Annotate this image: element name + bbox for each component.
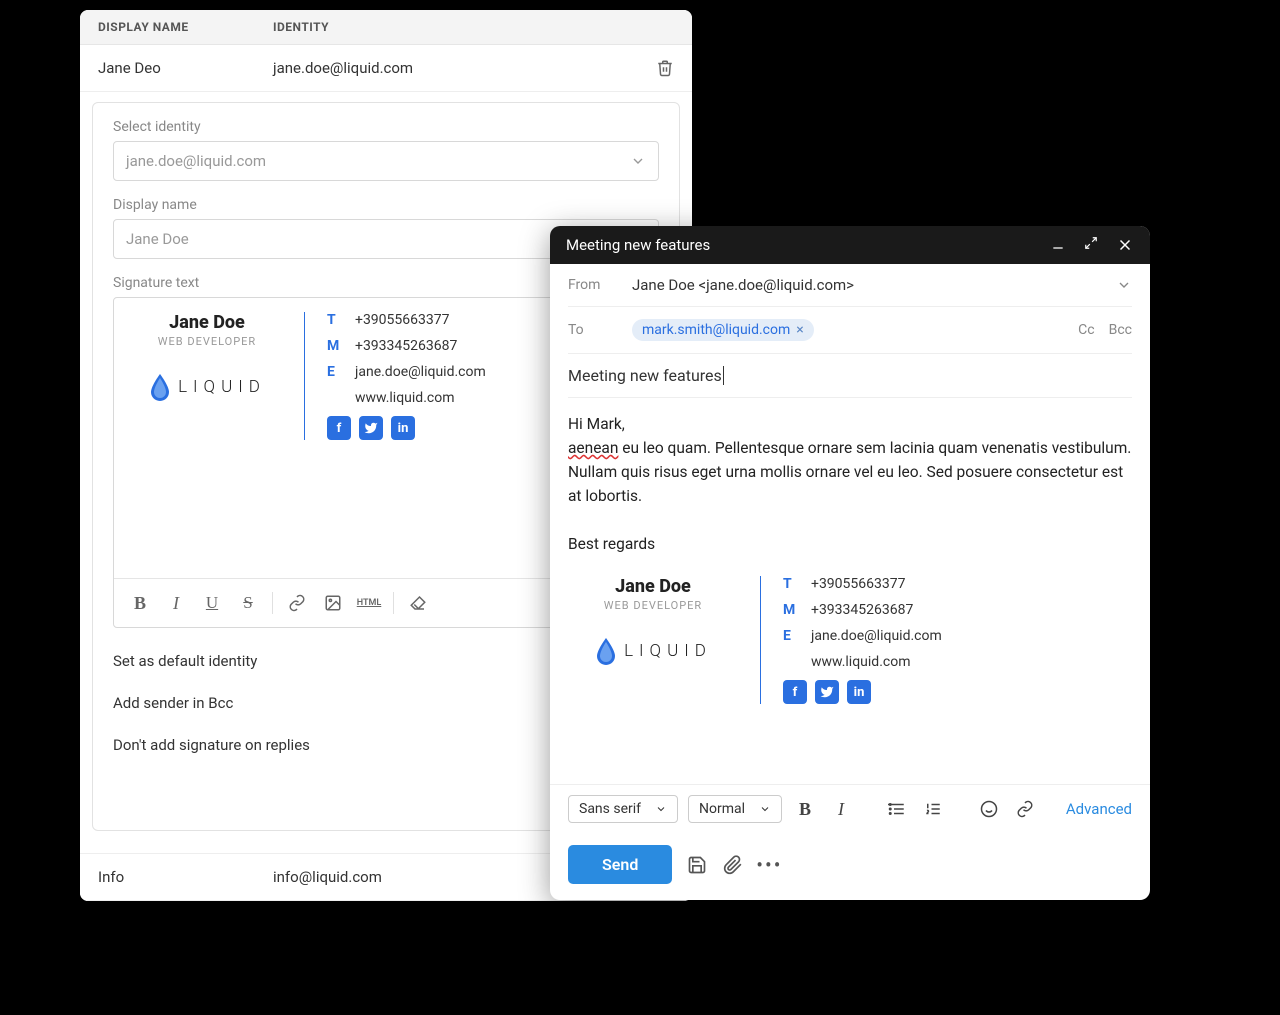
identity-display-name: Info [98, 868, 273, 886]
signature-divider [304, 312, 305, 440]
select-identity-label: Select identity [113, 119, 659, 135]
chevron-down-icon [759, 803, 771, 815]
display-name-label: Display name [113, 197, 659, 213]
minimize-icon[interactable] [1050, 236, 1066, 254]
expand-icon[interactable] [1084, 236, 1098, 254]
signature-logo-text: LIQUID [624, 641, 712, 661]
compose-toolbar: Sans serif Normal B I Advanced [550, 784, 1150, 833]
signature-job-title: WEB DEVELOPER [568, 599, 738, 612]
chevron-down-icon [630, 153, 646, 169]
compose-window: Meeting new features From Jane Doe <jane… [550, 226, 1150, 900]
greeting-line: Hi Mark, [568, 412, 1132, 436]
signature-divider [760, 576, 761, 704]
facebook-icon[interactable]: f [327, 416, 351, 440]
compose-titlebar: Meeting new features [550, 226, 1150, 264]
sig-email: jane.doe@liquid.com [355, 364, 486, 380]
strikethrough-button[interactable]: S [232, 587, 264, 619]
bcc-toggle[interactable]: Bcc [1109, 322, 1132, 338]
sig-key-m: M [783, 602, 795, 618]
select-identity-value: jane.doe@liquid.com [126, 152, 266, 170]
signature-name: Jane Doe [132, 312, 282, 333]
send-button[interactable]: Send [568, 845, 672, 884]
facebook-icon[interactable]: f [783, 680, 807, 704]
to-label: To [568, 322, 610, 338]
sig-mobile: +393345263687 [811, 602, 913, 618]
subject-field[interactable]: Meeting new features [568, 354, 1132, 398]
save-draft-icon[interactable] [686, 854, 708, 876]
sig-key-e: E [783, 628, 795, 644]
identity-email: jane.doe@liquid.com [273, 59, 656, 77]
link-button[interactable] [1012, 796, 1038, 822]
twitter-icon[interactable] [815, 680, 839, 704]
to-field[interactable]: To mark.smith@liquid.com × Cc Bcc [568, 307, 1132, 354]
display-name-value: Jane Doe [126, 230, 189, 248]
sig-key-t: T [783, 576, 795, 592]
signature-logo-text: LIQUID [178, 377, 266, 397]
twitter-icon[interactable] [359, 416, 383, 440]
sig-key-t: T [327, 312, 339, 328]
sig-email: jane.doe@liquid.com [811, 628, 942, 644]
numbered-list-button[interactable] [920, 796, 946, 822]
signature-name: Jane Doe [568, 576, 738, 597]
emoji-button[interactable] [976, 796, 1002, 822]
from-field[interactable]: From Jane Doe <jane.doe@liquid.com> [568, 264, 1132, 307]
header-display-name: DISPLAY NAME [98, 20, 273, 34]
html-button[interactable]: HTML [353, 587, 385, 619]
italic-button[interactable]: I [160, 587, 192, 619]
attachment-icon[interactable] [722, 854, 744, 876]
sig-web: www.liquid.com [355, 390, 454, 406]
compose-actions: Send ••• [550, 833, 1150, 900]
chevron-down-icon [655, 803, 667, 815]
sig-key-m: M [327, 338, 339, 354]
trash-icon[interactable] [656, 59, 674, 77]
subject-value: Meeting new features [568, 366, 724, 385]
bold-button[interactable]: B [792, 796, 818, 822]
select-identity-dropdown[interactable]: jane.doe@liquid.com [113, 141, 659, 181]
sig-phone: +39055663377 [355, 312, 450, 328]
underline-button[interactable]: U [196, 587, 228, 619]
identity-row[interactable]: Jane Deo jane.doe@liquid.com [80, 45, 692, 92]
body-rest: eu leo quam. Pellentesque ornare sem lac… [568, 439, 1131, 505]
liquid-logo-icon [594, 636, 618, 666]
font-family-dropdown[interactable]: Sans serif [568, 795, 678, 823]
signature-job-title: WEB DEVELOPER [132, 335, 282, 348]
signature-logo: LIQUID [132, 372, 282, 402]
identity-display-name: Jane Deo [98, 59, 273, 77]
sig-web: www.liquid.com [811, 654, 910, 670]
more-actions-icon[interactable]: ••• [758, 854, 780, 876]
compose-signature-block: Jane Doe WEB DEVELOPER LIQUID T +39055663… [568, 576, 1132, 704]
bold-button[interactable]: B [124, 587, 156, 619]
chip-remove-icon[interactable]: × [796, 322, 803, 338]
bullet-list-button[interactable] [884, 796, 910, 822]
cc-toggle[interactable]: Cc [1078, 322, 1094, 338]
compose-body-text[interactable]: Hi Mark, aenean eu leo quam. Pellentesqu… [568, 398, 1132, 570]
image-button[interactable] [317, 587, 349, 619]
header-identity: IDENTITY [273, 20, 329, 34]
advanced-link[interactable]: Advanced [1066, 800, 1132, 818]
sig-key-e: E [327, 364, 339, 380]
chevron-down-icon[interactable] [1116, 277, 1132, 293]
identity-table-header: DISPLAY NAME IDENTITY [80, 10, 692, 45]
sig-mobile: +393345263687 [355, 338, 457, 354]
linkedin-icon[interactable]: in [391, 416, 415, 440]
recipient-email: mark.smith@liquid.com [642, 322, 790, 338]
linkedin-icon[interactable]: in [847, 680, 871, 704]
signature-logo: LIQUID [568, 636, 738, 666]
liquid-logo-icon [148, 372, 172, 402]
from-label: From [568, 277, 610, 293]
clear-format-button[interactable] [402, 587, 434, 619]
link-button[interactable] [281, 587, 313, 619]
close-icon[interactable] [1116, 236, 1134, 254]
sig-phone: +39055663377 [811, 576, 906, 592]
italic-button[interactable]: I [828, 796, 854, 822]
font-size-dropdown[interactable]: Normal [688, 795, 782, 823]
from-value: Jane Doe <jane.doe@liquid.com> [632, 276, 1094, 294]
recipient-chip[interactable]: mark.smith@liquid.com × [632, 319, 814, 341]
compose-title-text: Meeting new features [566, 236, 710, 254]
misspelled-word: aenean [568, 439, 618, 457]
closing-line: Best regards [568, 532, 1132, 556]
